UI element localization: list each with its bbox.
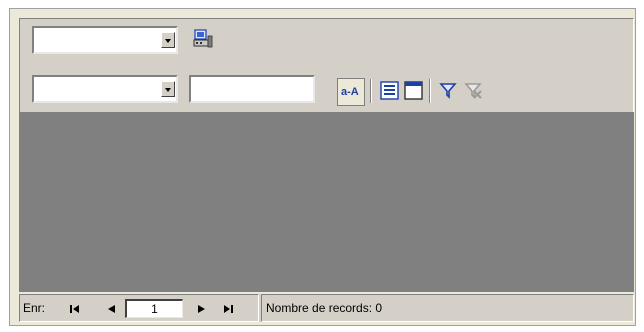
list-view-icon[interactable]: [379, 80, 401, 102]
chevron-down-icon[interactable]: [161, 32, 175, 48]
form-view-icon[interactable]: [403, 80, 425, 102]
primary-combo[interactable]: [32, 26, 178, 54]
form-window: a-A Enr: 1 Nombre de records: 0: [9, 8, 636, 326]
toolbar-separator: [429, 79, 431, 103]
secondary-combo[interactable]: [32, 75, 178, 103]
remove-filter-icon[interactable]: [463, 80, 485, 102]
sort-az-icon: a-A: [341, 86, 359, 98]
first-record-icon[interactable]: [68, 302, 82, 316]
record-navigator: Enr: 1: [19, 294, 259, 322]
search-input[interactable]: [189, 75, 315, 103]
next-record-icon[interactable]: [194, 302, 208, 316]
chevron-down-icon[interactable]: [161, 81, 175, 97]
sort-az-button[interactable]: a-A: [337, 78, 365, 106]
record-count-text: Nombre de records: 0: [266, 301, 383, 315]
records-grid[interactable]: [19, 112, 634, 292]
last-record-icon[interactable]: [221, 302, 235, 316]
filter-icon[interactable]: [438, 80, 460, 102]
current-record-input[interactable]: 1: [125, 299, 183, 318]
toolbar-separator: [370, 79, 372, 103]
record-label: Enr:: [23, 301, 46, 315]
toolbar-panel: a-A: [19, 18, 634, 113]
status-bar: Enr: 1 Nombre de records: 0: [19, 294, 634, 322]
previous-record-icon[interactable]: [105, 302, 119, 316]
record-count-panel: Nombre de records: 0: [261, 294, 634, 322]
computer-icon[interactable]: [192, 28, 214, 50]
